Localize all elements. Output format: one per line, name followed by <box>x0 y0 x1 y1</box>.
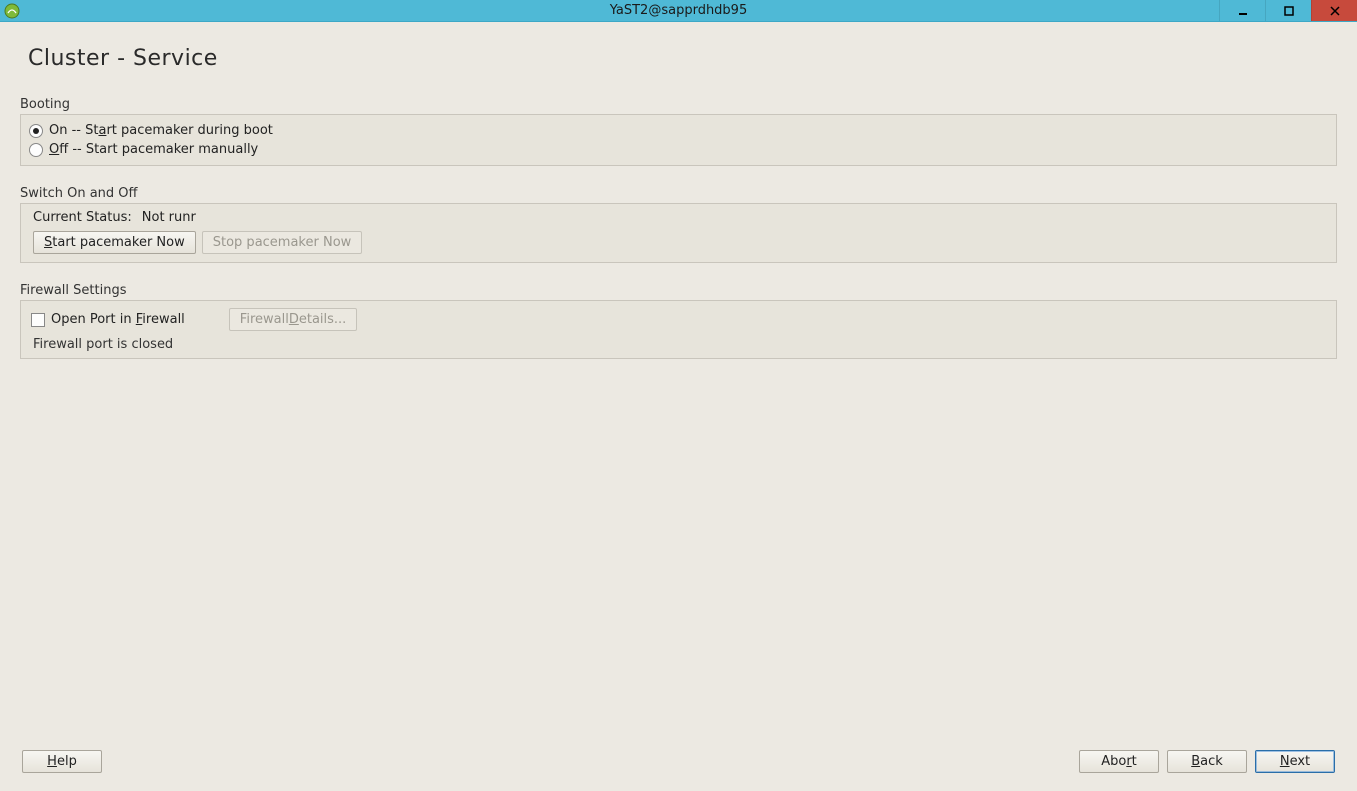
firewall-status: Firewall port is closed <box>29 337 1328 352</box>
minimize-button[interactable] <box>1219 0 1265 21</box>
status-value: Not runr <box>142 210 196 225</box>
switch-buttons: Start pacemaker Now Stop pacemaker Now <box>29 231 1328 256</box>
checkbox-icon <box>31 313 45 327</box>
radio-icon <box>29 124 43 138</box>
window-controls <box>1219 0 1357 21</box>
switch-group: Current Status: Not runr Start pacemaker… <box>20 203 1337 263</box>
footer: Help Abort Back Next <box>20 746 1337 777</box>
booting-on-row[interactable]: On -- Start pacemaker during boot <box>29 121 1328 140</box>
window-title: YaST2@sapprdhdb95 <box>0 3 1357 18</box>
help-button[interactable]: Help <box>22 750 102 773</box>
open-port-label: Open Port in Firewall <box>51 312 185 327</box>
firewall-details-button: Firewall Details... <box>229 308 358 331</box>
spacer <box>20 373 1337 746</box>
footer-right: Abort Back Next <box>1079 750 1335 773</box>
next-button[interactable]: Next <box>1255 750 1335 773</box>
firewall-row: Open Port in Firewall Firewall Details..… <box>29 307 1328 337</box>
content-area: Cluster - Service Booting On -- Start pa… <box>0 22 1357 791</box>
open-port-checkbox[interactable]: Open Port in Firewall <box>31 310 185 329</box>
stop-pacemaker-button: Stop pacemaker Now <box>202 231 363 254</box>
maximize-button[interactable] <box>1265 0 1311 21</box>
app-icon <box>4 3 20 19</box>
firewall-label: Firewall Settings <box>20 283 1337 298</box>
back-button[interactable]: Back <box>1167 750 1247 773</box>
radio-icon <box>29 143 43 157</box>
abort-button[interactable]: Abort <box>1079 750 1159 773</box>
booting-off-row[interactable]: Off -- Start pacemaker manually <box>29 140 1328 159</box>
status-row: Current Status: Not runr <box>29 210 1328 231</box>
page-title: Cluster - Service <box>28 46 1337 71</box>
main-panel: Cluster - Service Booting On -- Start pa… <box>4 26 1353 787</box>
firewall-group: Open Port in Firewall Firewall Details..… <box>20 300 1337 359</box>
booting-off-label: Off -- Start pacemaker manually <box>49 142 258 157</box>
status-label: Current Status: <box>33 210 132 225</box>
close-button[interactable] <box>1311 0 1357 21</box>
booting-on-label: On -- Start pacemaker during boot <box>49 123 273 138</box>
booting-group: On -- Start pacemaker during boot Off --… <box>20 114 1337 166</box>
start-pacemaker-button[interactable]: Start pacemaker Now <box>33 231 196 254</box>
booting-label: Booting <box>20 97 1337 112</box>
switch-label: Switch On and Off <box>20 186 1337 201</box>
titlebar: YaST2@sapprdhdb95 <box>0 0 1357 22</box>
